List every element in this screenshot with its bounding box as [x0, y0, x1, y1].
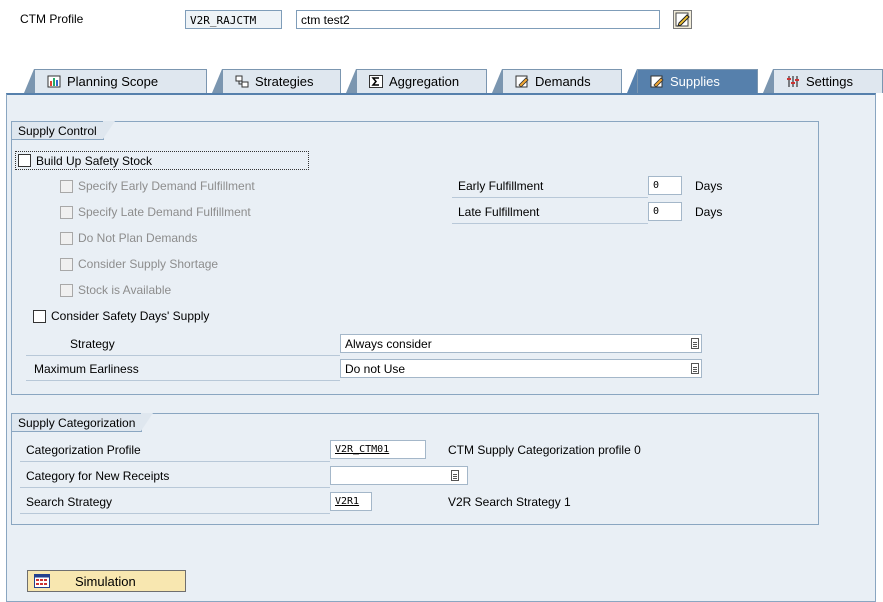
specify-early-checkbox[interactable]: [60, 180, 73, 193]
tab-label: Planning Scope: [67, 74, 159, 89]
profile-description-input[interactable]: ctm test2: [296, 10, 660, 29]
tab-settings[interactable]: Settings: [773, 69, 883, 93]
categorization-profile-field[interactable]: V2R_CTM01: [330, 440, 426, 459]
do-not-plan-checkbox[interactable]: [60, 232, 73, 245]
tab-label: Aggregation: [389, 74, 460, 89]
tab-label: Strategies: [255, 74, 314, 89]
dropdown-list-icon[interactable]: [691, 338, 699, 349]
pencil-icon: [675, 12, 690, 27]
edit-description-button[interactable]: [673, 10, 692, 29]
row-divider: [20, 461, 330, 462]
demands-icon: [515, 75, 529, 88]
strategy-value: Always consider: [345, 337, 432, 351]
supply-categorization-group: Supply Categorization Categorization Pro…: [11, 413, 819, 525]
do-not-plan-label: Do Not Plan Demands: [78, 231, 198, 245]
early-fulfillment-label: Early Fulfillment: [458, 179, 544, 193]
stock-available-checkbox[interactable]: [60, 284, 73, 297]
row-divider: [20, 487, 330, 488]
max-earliness-value: Do not Use: [345, 362, 406, 376]
max-earliness-dropdown[interactable]: Do not Use: [340, 359, 702, 378]
consider-shortage-checkbox[interactable]: [60, 258, 73, 271]
consider-safety-days-label: Consider Safety Days' Supply: [51, 309, 210, 323]
ctm-profile-label: CTM Profile: [20, 12, 84, 26]
tab-edge: [627, 69, 637, 93]
row-divider: [452, 197, 648, 198]
specify-early-label: Specify Early Demand Fulfillment: [78, 179, 255, 193]
tab-aggregation[interactable]: Aggregation: [356, 69, 487, 93]
tab-planning-scope[interactable]: Planning Scope: [34, 69, 207, 93]
early-days-unit: Days: [695, 179, 723, 193]
consider-safety-days-checkbox[interactable]: [33, 310, 46, 323]
new-receipts-label: Category for New Receipts: [26, 469, 170, 483]
header-bar: CTM Profile V2R_RAJCTM ctm test2: [0, 0, 883, 50]
tab-demands[interactable]: Demands: [502, 69, 622, 93]
supply-control-title: Supply Control: [12, 121, 115, 140]
supply-categorization-title: Supply Categorization: [12, 413, 154, 432]
tab-supplies[interactable]: Supplies: [637, 69, 758, 93]
categorization-profile-label: Categorization Profile: [26, 443, 141, 457]
tab-edge: [346, 69, 356, 93]
ctm-profile-field[interactable]: V2R_RAJCTM: [185, 10, 282, 29]
tab-edge: [212, 69, 222, 93]
build-up-safety-stock-label: Build Up Safety Stock: [36, 154, 153, 168]
planning-scope-icon: [47, 75, 61, 88]
tab-edge: [763, 69, 773, 93]
tab-strip: Planning Scope Strategies Aggregation De…: [0, 63, 883, 93]
dropdown-list-icon[interactable]: [691, 363, 699, 374]
sigma-icon: [369, 75, 383, 88]
row-divider: [452, 223, 648, 224]
stock-available-label: Stock is Available: [78, 283, 172, 297]
tab-strategies[interactable]: Strategies: [222, 69, 341, 93]
simulation-button[interactable]: Simulation: [27, 570, 186, 592]
tab-edge: [24, 69, 34, 93]
consider-shortage-label: Consider Supply Shortage: [78, 257, 219, 271]
late-fulfillment-label: Late Fulfillment: [458, 205, 540, 219]
tab-label: Supplies: [670, 74, 720, 89]
tab-edge: [492, 69, 502, 93]
supply-control-group: Supply Control Build Up Safety Stock Spe…: [11, 121, 819, 395]
specify-late-label: Specify Late Demand Fulfillment: [78, 205, 251, 219]
categorization-profile-description: CTM Supply Categorization profile 0: [448, 443, 641, 457]
build-up-safety-stock-row[interactable]: Build Up Safety Stock: [15, 151, 309, 170]
row-divider: [26, 355, 340, 356]
tab-label: Demands: [535, 74, 591, 89]
tab-label: Settings: [806, 74, 853, 89]
supplies-icon: [650, 75, 664, 88]
settings-icon: [786, 75, 800, 88]
row-divider: [20, 513, 330, 514]
specify-late-checkbox[interactable]: [60, 206, 73, 219]
new-receipts-dropdown[interactable]: [330, 466, 468, 485]
row-divider: [26, 380, 340, 381]
search-strategy-description: V2R Search Strategy 1: [448, 495, 571, 509]
late-days-unit: Days: [695, 205, 723, 219]
early-fulfillment-input[interactable]: 0: [648, 176, 682, 195]
supplies-tab-panel: Supply Control Build Up Safety Stock Spe…: [6, 93, 876, 602]
simulation-icon: [34, 574, 50, 591]
build-up-safety-stock-checkbox[interactable]: [18, 154, 31, 167]
strategies-icon: [235, 75, 249, 88]
strategy-label: Strategy: [70, 337, 115, 351]
strategy-dropdown[interactable]: Always consider: [340, 334, 702, 353]
late-fulfillment-input[interactable]: 0: [648, 202, 682, 221]
dropdown-list-icon[interactable]: [451, 470, 459, 481]
search-strategy-field[interactable]: V2R1: [330, 492, 372, 511]
max-earliness-label: Maximum Earliness: [34, 362, 139, 376]
simulation-button-label: Simulation: [75, 574, 136, 589]
search-strategy-label: Search Strategy: [26, 495, 113, 509]
